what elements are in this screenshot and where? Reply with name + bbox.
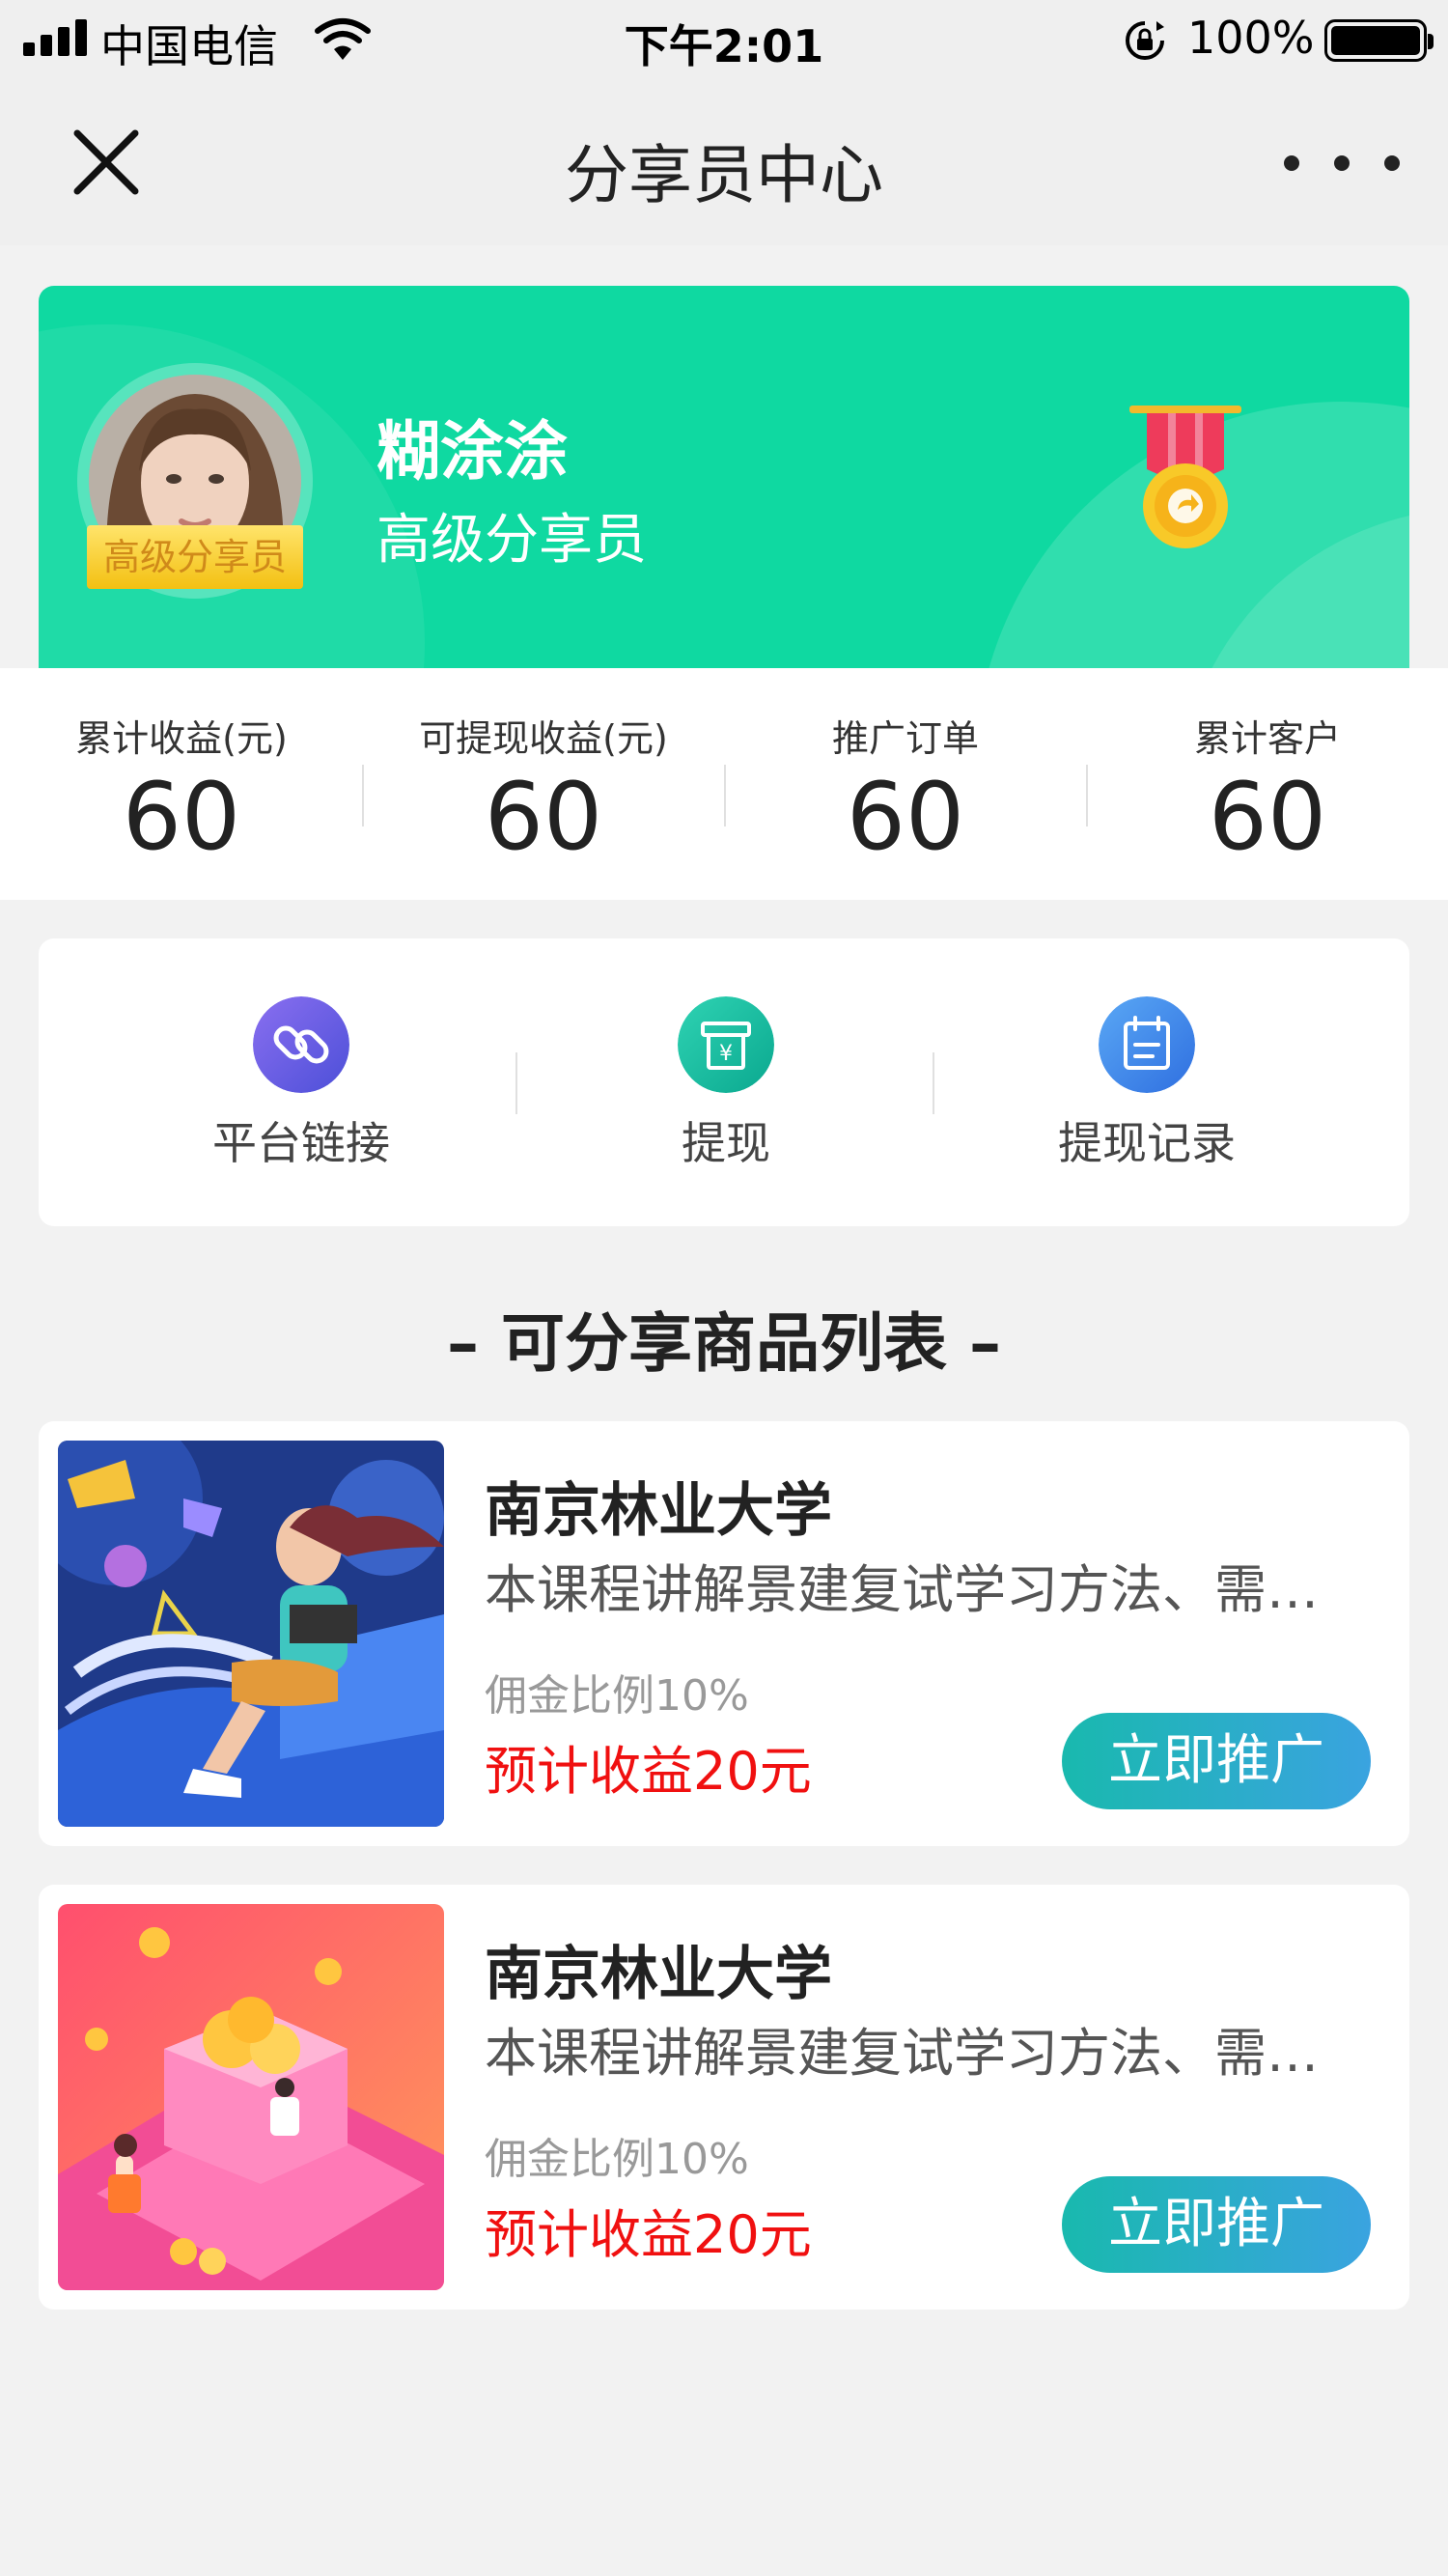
action-platform-link[interactable]: 平台链接 [127,938,475,1226]
stat-value: 60 [484,763,603,871]
product-image [58,1441,444,1827]
product-image [58,1904,444,2290]
withdraw-icon: ¥ [678,996,774,1093]
action-label: 提现记录 [1058,1117,1236,1169]
user-level: 高级分享员 [376,509,647,572]
svg-text:¥: ¥ [719,1042,733,1066]
action-label: 平台链接 [212,1117,390,1169]
page-title: 分享员中心 [565,138,883,212]
action-withdraw[interactable]: ¥ 提现 [552,938,900,1226]
stat-value: 60 [122,763,241,871]
profile-banner: 高级分享员 糊涂涂 高级分享员 [39,286,1409,668]
stat-value: 60 [846,763,965,871]
actions-panel: 平台链接 ¥ 提现 提现记录 [39,938,1409,1226]
battery-icon [1324,19,1434,62]
stat-label: 累计收益(元) [75,717,288,760]
stat-withdrawable[interactable]: 可提现收益(元) 60 [362,668,725,900]
user-name: 糊涂涂 [376,414,568,489]
status-bar: 中国电信 下午2:01 100% [0,0,1448,79]
rotation-lock-icon [1126,21,1164,60]
action-label: 提现 [682,1117,770,1169]
divider [515,1052,517,1114]
stat-label: 可提现收益(元) [419,717,668,760]
product-card[interactable]: 南京林业大学 本课程讲解景建复试学习方法、需… 佣金比例10% 预计收益20元 … [39,1421,1409,1846]
stat-label: 推广订单 [831,717,979,760]
nav-bar: 分享员中心 [0,79,1448,245]
level-badge: 高级分享员 [87,525,303,589]
promote-button[interactable]: 立即推广 [1062,2176,1371,2273]
product-earnings: 预计收益20元 [485,2204,812,2265]
product-description: 本课程讲解景建复试学习方法、需… [485,1559,1319,1620]
record-icon [1099,996,1195,1093]
product-commission: 佣金比例10% [485,2135,749,2184]
stat-customers[interactable]: 累计客户 60 [1086,668,1448,900]
product-description: 本课程讲解景建复试学习方法、需… [485,2023,1319,2084]
link-icon [253,996,349,1093]
product-title: 南京林业大学 [485,1477,832,1545]
more-icon[interactable] [1284,139,1400,187]
stat-total-earnings[interactable]: 累计收益(元) 60 [0,668,363,900]
product-earnings: 预计收益20元 [485,1741,812,1802]
battery-percent: 100% [1187,12,1315,64]
product-title: 南京林业大学 [485,1941,832,2008]
stats-panel: 累计收益(元) 60 可提现收益(元) 60 推广订单 60 累计客户 60 [0,668,1448,900]
medal-icon [1129,406,1241,548]
promote-button[interactable]: 立即推广 [1062,1713,1371,1809]
action-withdraw-record[interactable]: 提现记录 [973,938,1321,1226]
stat-label: 累计客户 [1193,717,1341,760]
product-card[interactable]: 南京林业大学 本课程讲解景建复试学习方法、需… 佣金比例10% 预计收益20元 … [39,1885,1409,2310]
stat-value: 60 [1208,763,1327,871]
stat-orders[interactable]: 推广订单 60 [724,668,1087,900]
section-title: – 可分享商品列表 – [447,1306,1001,1381]
divider [933,1052,934,1114]
product-commission: 佣金比例10% [485,1671,749,1721]
